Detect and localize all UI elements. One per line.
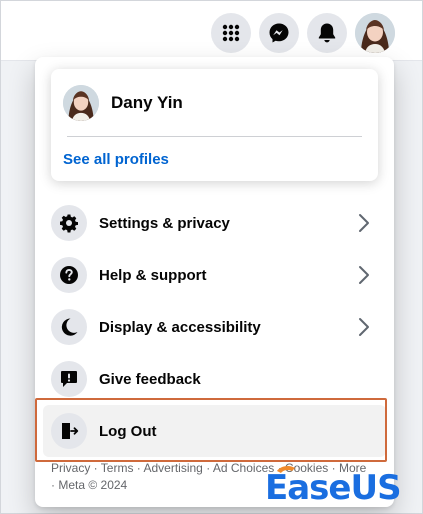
profile-avatar <box>63 85 99 121</box>
see-all-profiles-link[interactable]: See all profiles <box>63 151 169 168</box>
chevron-right-icon <box>354 317 374 337</box>
account-avatar-button[interactable] <box>355 13 395 53</box>
menu-item-label: Display & accessibility <box>99 318 261 336</box>
page: Dany Yin See all profiles Settings & pri… <box>0 0 423 514</box>
question-icon <box>51 257 87 293</box>
footer-separator: · <box>90 461 101 475</box>
footer-link[interactable]: Advertising <box>143 461 202 475</box>
gear-icon <box>51 205 87 241</box>
easeus-logo: EaseUS <box>265 466 402 507</box>
footer-link[interactable]: Privacy <box>51 461 90 475</box>
footer-separator: · <box>202 461 213 475</box>
menu-button[interactable] <box>211 13 251 53</box>
top-navigation-bar <box>1 1 422 61</box>
profile-row[interactable]: Dany Yin <box>59 77 370 129</box>
messenger-icon <box>269 23 289 43</box>
bell-icon <box>318 23 336 43</box>
profile-name: Dany Yin <box>111 93 183 112</box>
profile-card: Dany Yin See all profiles <box>51 69 378 181</box>
moon-icon <box>51 309 87 345</box>
footer-separator: · <box>133 461 144 475</box>
menu-item-label: Help & support <box>99 266 207 284</box>
grid-menu-icon <box>222 24 240 42</box>
messenger-button[interactable] <box>259 13 299 53</box>
copyright: Meta © 2024 <box>58 478 128 492</box>
menu-item-help-support[interactable]: Help & support <box>43 249 386 301</box>
menu-item-settings-privacy[interactable]: Settings & privacy <box>43 197 386 249</box>
log-out-highlight <box>35 398 387 462</box>
divider <box>67 136 362 137</box>
chevron-right-icon <box>354 213 374 233</box>
avatar-photo <box>63 85 99 121</box>
menu-item-display-accessibility[interactable]: Display & accessibility <box>43 301 386 353</box>
easeus-watermark: EaseUS <box>263 459 423 509</box>
menu-item-label: Settings & privacy <box>99 214 230 232</box>
chevron-right-icon <box>354 265 374 285</box>
notifications-button[interactable] <box>307 13 347 53</box>
menu-item-label: Give feedback <box>99 370 201 388</box>
svg-text:EaseUS: EaseUS <box>265 468 401 507</box>
avatar-photo <box>355 13 395 53</box>
feedback-icon <box>51 361 87 397</box>
footer-link[interactable]: Terms <box>101 461 134 475</box>
